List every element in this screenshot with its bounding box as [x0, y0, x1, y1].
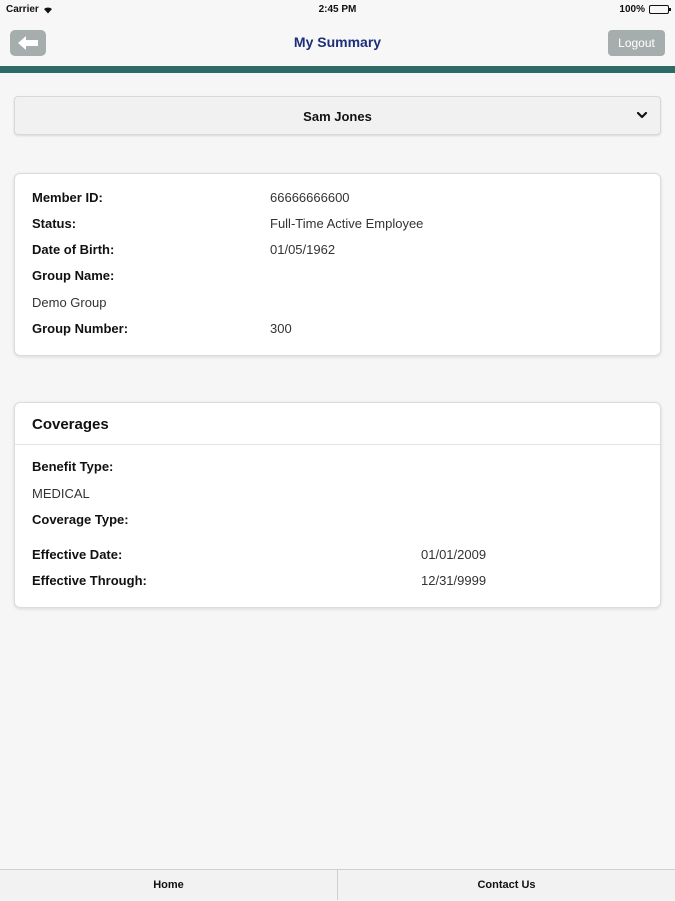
- dob-label: Date of Birth:: [32, 242, 115, 257]
- page-title: My Summary: [293, 34, 382, 50]
- tab-bar: Home Contact Us: [0, 869, 675, 900]
- status-time: 2:45 PM: [318, 4, 357, 15]
- status-label: Status:: [32, 216, 77, 231]
- member-select-value: Sam Jones: [303, 109, 372, 124]
- member-id-label: Member ID:: [32, 190, 103, 205]
- nav-bar: My Summary Logout: [0, 20, 675, 66]
- status-right: 100%: [619, 4, 671, 15]
- group-number-label: Group Number:: [32, 321, 129, 336]
- tab-home[interactable]: Home: [0, 870, 337, 900]
- benefit-type-label: Benefit Type:: [32, 459, 114, 474]
- group-name-label: Group Name:: [32, 268, 115, 283]
- tab-contact-us[interactable]: Contact Us: [337, 870, 675, 900]
- member-select[interactable]: Sam Jones: [14, 96, 661, 135]
- benefit-type-value: MEDICAL: [32, 486, 90, 501]
- effective-through-label: Effective Through:: [32, 573, 147, 588]
- effective-through-value: 12/31/9999: [421, 573, 487, 588]
- group-name-value: Demo Group: [32, 295, 107, 310]
- dob-value: 01/05/1962: [270, 242, 336, 257]
- group-number-value: 300: [270, 321, 292, 336]
- effective-date-value: 01/01/2009: [421, 547, 487, 562]
- coverage-type-label: Coverage Type:: [32, 512, 129, 527]
- nav-divider: [0, 66, 675, 73]
- logout-button[interactable]: Logout: [608, 30, 665, 56]
- coverages-title: Coverages: [32, 416, 109, 433]
- battery-icon: [649, 5, 671, 14]
- coverages-card: Coverages Benefit Type: MEDICAL Coverage…: [14, 402, 661, 608]
- battery-percent: 100%: [619, 4, 645, 15]
- status-bar: Carrier 2:45 PM 100%: [0, 0, 675, 20]
- effective-date-label: Effective Date:: [32, 547, 123, 562]
- member-id-value: 66666666600: [270, 190, 350, 205]
- chevron-down-icon: [636, 111, 648, 119]
- status-value: Full-Time Active Employee: [270, 216, 424, 231]
- member-info-card: Member ID: 66666666600 Status: Full-Time…: [14, 173, 661, 356]
- coverages-header: Coverages: [15, 403, 660, 445]
